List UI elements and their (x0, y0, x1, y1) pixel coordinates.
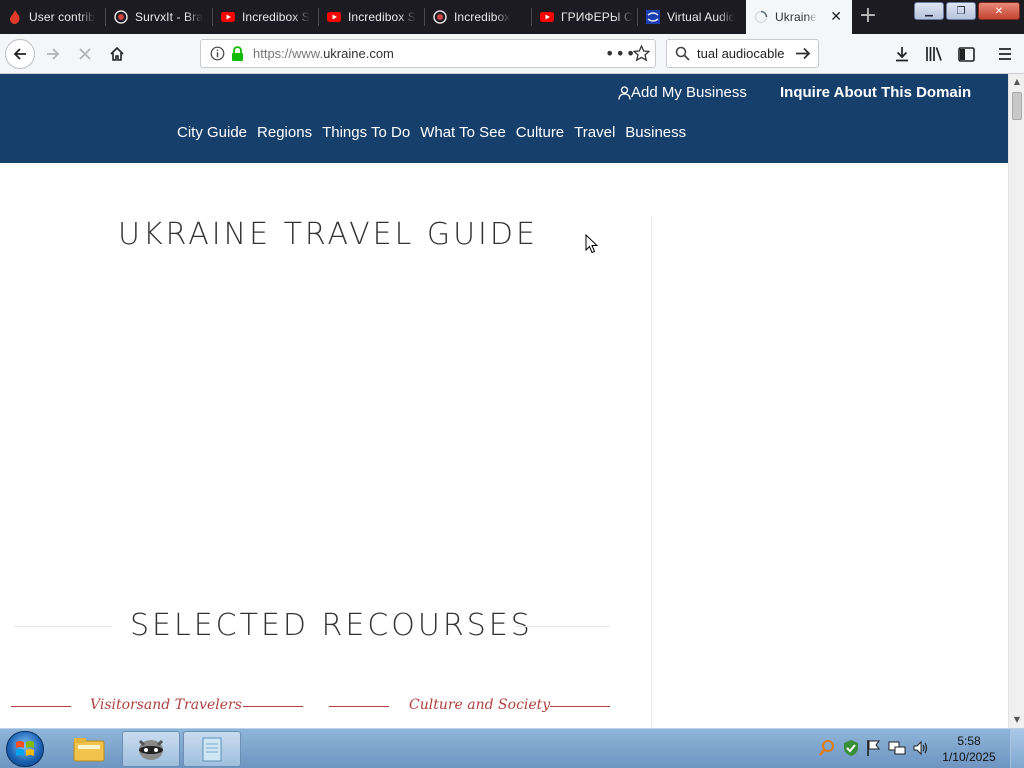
tab-ukraine[interactable]: Ukraine ✕ (746, 0, 852, 34)
nav-regions[interactable]: Regions (257, 124, 312, 141)
volume-icon[interactable] (912, 739, 930, 760)
explorer-icon (73, 738, 105, 762)
category-rule (329, 706, 389, 707)
network-icon[interactable] (888, 739, 906, 760)
nav-culture[interactable]: Culture (516, 124, 564, 141)
tab-griefers[interactable]: ГРИФЕРЫ С (532, 0, 638, 34)
close-tab-icon[interactable]: ✕ (830, 9, 842, 25)
youtube-icon (540, 10, 554, 24)
raccoon-app-icon (138, 739, 164, 760)
tab-strip: User contrib SurvxIt - Bra Incredibox S … (0, 0, 1024, 34)
add-business-label: Add My Business (631, 84, 747, 101)
page-scrollbar[interactable]: ▲ ▼ (1008, 74, 1024, 728)
stop-button[interactable] (70, 39, 100, 69)
taskbar-explorer[interactable] (60, 731, 118, 767)
loading-icon (754, 10, 768, 24)
system-clock[interactable]: 5:58 1/10/2025 (938, 733, 1000, 765)
flag-icon[interactable] (866, 739, 882, 760)
nav-things-to-do[interactable]: Things To Do (322, 124, 410, 141)
library-icon[interactable] (923, 43, 945, 65)
nav-business[interactable]: Business (625, 124, 686, 141)
category-visitors-travelers[interactable]: Visitorsand Travelers (90, 697, 242, 713)
search-go-icon[interactable] (795, 46, 811, 64)
category-rule (243, 706, 303, 707)
bookmark-star-icon[interactable] (632, 44, 651, 65)
inquire-domain-link[interactable]: Inquire About This Domain (780, 84, 971, 101)
shield-icon (433, 10, 447, 24)
tab-user-contrib[interactable]: User contrib (0, 0, 106, 34)
scroll-up-arrow-icon[interactable]: ▲ (1009, 74, 1024, 90)
clock-time: 5:58 (957, 734, 981, 748)
navigation-toolbar: https://www.ukraine.com ••• tual audioca… (0, 34, 1024, 74)
lock-icon[interactable] (231, 46, 244, 64)
home-icon (110, 46, 124, 61)
new-tab-button[interactable]: + (856, 4, 880, 28)
sidebar-icon[interactable] (955, 43, 977, 65)
url-text: https://www.ukraine.com (253, 46, 394, 61)
start-button[interactable] (6, 731, 44, 767)
forward-button[interactable] (38, 39, 68, 69)
home-button[interactable] (102, 39, 132, 69)
notepad-icon (202, 737, 222, 762)
stop-icon (79, 48, 91, 60)
nav-city-guide[interactable]: City Guide (177, 124, 247, 141)
search-tray-icon[interactable] (818, 739, 836, 760)
nav-what-to-see[interactable]: What To See (420, 124, 506, 141)
section-title: SELECTED RECOURSES (130, 608, 533, 643)
site-header: Add My Business Inquire About This Domai… (0, 74, 1008, 163)
category-culture-society[interactable]: Culture and Society (409, 697, 550, 713)
page-viewport: Add My Business Inquire About This Domai… (0, 74, 1008, 728)
search-icon (675, 46, 690, 64)
clock-date: 1/10/2025 (942, 750, 996, 764)
forward-arrow-icon (47, 48, 60, 60)
category-rule (11, 706, 71, 707)
tab-incredibox-1[interactable]: Incredibox S (213, 0, 319, 34)
back-arrow-icon (13, 48, 26, 60)
menu-icon[interactable] (994, 43, 1016, 65)
nav-travel[interactable]: Travel (574, 124, 615, 141)
taskbar-notepad[interactable] (183, 731, 241, 767)
youtube-icon (327, 10, 341, 24)
window-controls: ▁ ❐ ✕ (914, 2, 1020, 20)
user-icon (618, 85, 631, 100)
vac-icon (646, 10, 660, 24)
close-window-button[interactable]: ✕ (978, 2, 1020, 20)
taskbar-raccoon-app[interactable] (122, 731, 180, 767)
shield-icon (114, 10, 128, 24)
main-nav: City Guide Regions Things To Do What To … (177, 124, 686, 141)
youtube-icon (221, 10, 235, 24)
flame-icon (8, 10, 22, 24)
section-rule-right (516, 626, 610, 627)
page-title: UKRAINE TRAVEL GUIDE (118, 217, 538, 252)
tab-incredibox-3[interactable]: Incredibox (425, 0, 532, 34)
column-divider (651, 217, 652, 728)
tab-virtual-audio[interactable]: Virtual Audio (638, 0, 746, 34)
back-button[interactable] (5, 39, 35, 69)
category-rule (550, 706, 610, 707)
tab-incredibox-2[interactable]: Incredibox S (319, 0, 425, 34)
scroll-down-arrow-icon[interactable]: ▼ (1009, 712, 1024, 728)
add-business-link[interactable]: Add My Business (618, 84, 747, 101)
section-rule-left (14, 626, 112, 627)
search-bar[interactable]: tual audiocable (666, 39, 819, 68)
scroll-thumb[interactable] (1012, 92, 1022, 120)
mouse-cursor-icon (585, 233, 599, 257)
security-shield-icon[interactable] (842, 739, 860, 760)
show-desktop-button[interactable] (1010, 729, 1024, 768)
url-bar[interactable]: https://www.ukraine.com ••• (200, 39, 656, 68)
system-tray (818, 729, 930, 768)
tab-survxit[interactable]: SurvxIt - Bra (106, 0, 213, 34)
windows-logo-icon (16, 741, 34, 756)
search-input[interactable]: tual audiocable (697, 46, 784, 61)
download-icon[interactable] (891, 43, 913, 65)
restore-button[interactable]: ❐ (946, 2, 976, 20)
minimize-button[interactable]: ▁ (914, 2, 944, 20)
taskbar: 5:58 1/10/2025 (0, 728, 1024, 768)
info-icon[interactable] (210, 46, 225, 64)
page-actions-icon[interactable]: ••• (605, 44, 636, 63)
